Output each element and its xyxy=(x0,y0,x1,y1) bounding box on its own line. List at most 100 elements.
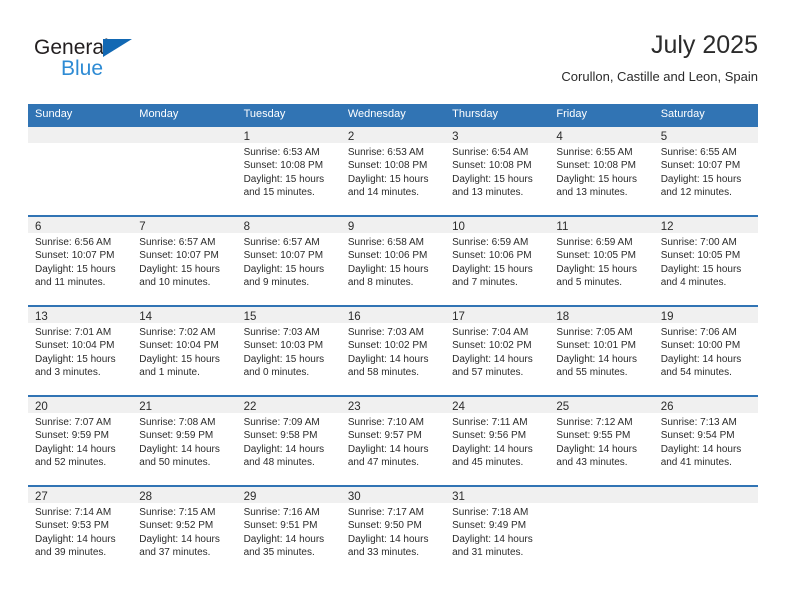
sunset-text: Sunset: 9:59 PM xyxy=(139,430,214,442)
day-number: 27 xyxy=(35,491,48,503)
calendar-day-cell[interactable]: 21 Sunrise: 7:08 AM Sunset: 9:59 PM Dayligh… xyxy=(132,397,237,485)
sunrise-text: Sunrise: 7:01 AM xyxy=(35,327,112,338)
daylight-text-line2: and 0 minutes. xyxy=(243,367,310,379)
calendar-day-cell[interactable]: 4 Sunrise: 6:55 AM Sunset: 10:08 PM Dayligh… xyxy=(549,127,654,215)
calendar-day-cell[interactable]: 15 Sunrise: 7:03 AM Sunset: 10:03 PM Daylig… xyxy=(236,307,341,395)
calendar-day-cell[interactable]: 18 Sunrise: 7:05 AM Sunset: 10:01 PM Daylig… xyxy=(549,307,654,395)
daylight-text-line2: and 52 minutes. xyxy=(35,457,107,469)
calendar-day-cell[interactable]: 17 Sunrise: 7:04 AM Sunset: 10:02 PM Daylig… xyxy=(445,307,550,395)
daylight-text-line1: Daylight: 14 hours xyxy=(347,443,429,455)
sunrise-text: Sunrise: 7:04 AM xyxy=(452,327,529,338)
sunrise-text: Sunrise: 6:58 AM xyxy=(347,237,424,248)
calendar-day-cell[interactable]: 7 Sunrise: 6:57 AM Sunset: 10:07 PM Dayligh… xyxy=(132,217,237,305)
daylight-text-line1: Daylight: 15 hours xyxy=(556,263,638,275)
daylight-text-line2: and 54 minutes. xyxy=(660,367,732,379)
sunrise-text: Sunrise: 6:55 AM xyxy=(556,147,633,158)
sunrise-text: Sunrise: 6:54 AM xyxy=(452,147,529,158)
calendar-day-cell[interactable]: 23 Sunrise: 7:10 AM Sunset: 9:57 PM Dayligh… xyxy=(340,397,446,485)
sunrise-text: Sunrise: 6:57 AM xyxy=(139,237,216,248)
daylight-text-line1: Daylight: 14 hours xyxy=(556,443,638,455)
calendar-day-cell[interactable]: 27 Sunrise: 7:14 AM Sunset: 9:53 PM Dayligh… xyxy=(28,487,133,575)
day-number: 14 xyxy=(139,311,153,323)
calendar-day-cell[interactable]: 6 Sunrise: 6:56 AM Sunset: 10:07 PM Dayligh… xyxy=(28,217,133,305)
day-number: 18 xyxy=(556,311,570,323)
calendar-day-cell-empty xyxy=(653,487,758,575)
day-number-band: 18 xyxy=(549,307,654,323)
calendar-day-cell[interactable]: 31 Sunrise: 7:18 AM Sunset: 9:49 PM Dayligh… xyxy=(445,487,550,575)
day-details: Sunrise: 6:55 AM Sunset: 10:07 PM Daylight… xyxy=(654,143,758,200)
weekday-header-thursday: Thursday xyxy=(452,108,498,120)
calendar-day-cell[interactable]: 19 Sunrise: 7:06 AM Sunset: 10:00 PM Daylig… xyxy=(653,307,758,395)
calendar-day-cell[interactable]: 24 Sunrise: 7:11 AM Sunset: 9:56 PM Dayligh… xyxy=(445,397,550,485)
calendar-day-cell[interactable]: 14 Sunrise: 7:02 AM Sunset: 10:04 PM Daylig… xyxy=(132,307,237,395)
calendar-day-cell[interactable]: 26 Sunrise: 7:13 AM Sunset: 9:54 PM Dayligh… xyxy=(653,397,758,485)
calendar-day-cell[interactable]: 1 Sunrise: 6:53 AM Sunset: 10:08 PM Dayligh… xyxy=(236,127,341,215)
calendar-day-cell[interactable]: 22 Sunrise: 7:09 AM Sunset: 9:58 PM Dayligh… xyxy=(236,397,341,485)
day-number-band: 10 xyxy=(445,217,550,233)
day-number: 15 xyxy=(243,311,257,323)
calendar-day-cell[interactable]: 12 Sunrise: 7:00 AM Sunset: 10:05 PM Daylig… xyxy=(653,217,758,305)
daylight-text-line1: Daylight: 15 hours xyxy=(243,263,325,275)
calendar-day-cell[interactable]: 20 Sunrise: 7:07 AM Sunset: 9:59 PM Dayligh… xyxy=(28,397,133,485)
calendar-day-cell[interactable]: 2 Sunrise: 6:53 AM Sunset: 10:08 PM Dayligh… xyxy=(340,127,446,215)
daylight-text-line1: Daylight: 14 hours xyxy=(139,533,220,545)
day-number: 21 xyxy=(139,401,153,413)
sunrise-text: Sunrise: 7:10 AM xyxy=(347,417,424,428)
weekday-header-row: Sunday Monday Tuesday Wednesday Thursday Frid… xyxy=(28,104,758,125)
daylight-text-line2: and 13 minutes. xyxy=(556,187,628,199)
day-number-band: 12 xyxy=(653,217,758,233)
day-number: 22 xyxy=(243,401,257,413)
daylight-text-line2: and 4 minutes. xyxy=(660,277,727,289)
sunrise-text: Sunrise: 7:00 AM xyxy=(660,237,737,248)
day-number-band: 13 xyxy=(28,307,133,323)
calendar-week-row: 1 Sunrise: 6:53 AM Sunset: 10:08 PM Dayligh… xyxy=(28,125,758,215)
daylight-text-line1: Daylight: 15 hours xyxy=(347,173,429,185)
calendar-day-cell[interactable]: 10 Sunrise: 6:59 AM Sunset: 10:06 PM Daylig… xyxy=(445,217,550,305)
day-number: 1 xyxy=(243,131,250,143)
calendar-day-cell[interactable]: 8 Sunrise: 6:57 AM Sunset: 10:07 PM Dayligh… xyxy=(236,217,341,305)
daylight-text-line2: and 47 minutes. xyxy=(347,457,420,469)
day-number-band: 28 xyxy=(132,487,237,503)
sunset-text: Sunset: 10:00 PM xyxy=(660,340,741,352)
calendar-day-cell[interactable]: 30 Sunrise: 7:17 AM Sunset: 9:50 PM Dayligh… xyxy=(340,487,446,575)
day-details: Sunrise: 7:06 AM Sunset: 10:00 PM Daylight… xyxy=(654,323,758,380)
calendar-day-cell[interactable]: 29 Sunrise: 7:16 AM Sunset: 9:51 PM Dayligh… xyxy=(236,487,341,575)
daylight-text-line2: and 57 minutes. xyxy=(452,367,524,379)
calendar-day-cell[interactable]: 16 Sunrise: 7:03 AM Sunset: 10:02 PM Daylig… xyxy=(340,307,446,395)
calendar-day-cell[interactable]: 13 Sunrise: 7:01 AM Sunset: 10:04 PM Daylig… xyxy=(28,307,133,395)
day-number: 9 xyxy=(347,221,355,233)
daylight-text-line1: Daylight: 15 hours xyxy=(139,263,220,275)
calendar-day-cell[interactable]: 11 Sunrise: 6:59 AM Sunset: 10:05 PM Daylig… xyxy=(549,217,654,305)
sunrise-text: Sunrise: 6:53 AM xyxy=(243,147,320,158)
daylight-text-line2: and 14 minutes. xyxy=(347,187,420,199)
calendar-day-cell[interactable]: 28 Sunrise: 7:15 AM Sunset: 9:52 PM Dayligh… xyxy=(132,487,237,575)
calendar-day-cell[interactable]: 5 Sunrise: 6:55 AM Sunset: 10:07 PM Dayligh… xyxy=(653,127,758,215)
weekday-header-friday: Friday xyxy=(556,108,587,120)
daylight-text-line2: and 5 minutes. xyxy=(556,277,623,289)
sunrise-text: Sunrise: 7:03 AM xyxy=(243,327,320,338)
calendar-day-cell[interactable]: 25 Sunrise: 7:12 AM Sunset: 9:55 PM Dayligh… xyxy=(549,397,654,485)
sunset-text: Sunset: 10:07 PM xyxy=(660,160,741,172)
calendar-day-cell-empty xyxy=(28,127,133,215)
daylight-text-line2: and 13 minutes. xyxy=(452,187,524,199)
sunset-text: Sunset: 10:08 PM xyxy=(556,160,636,172)
day-number-band: 30 xyxy=(340,487,446,503)
logo-text-blue: Blue xyxy=(61,57,104,80)
day-number: 30 xyxy=(347,491,361,503)
day-number-band: 25 xyxy=(549,397,654,413)
daylight-text-line1: Daylight: 14 hours xyxy=(660,353,742,365)
calendar-day-cell[interactable]: 3 Sunrise: 6:54 AM Sunset: 10:08 PM Dayligh… xyxy=(445,127,550,215)
day-number: 31 xyxy=(452,491,465,503)
daylight-text-line2: and 10 minutes. xyxy=(139,277,211,289)
daylight-text-line1: Daylight: 15 hours xyxy=(660,263,742,275)
sunset-text: Sunset: 10:03 PM xyxy=(243,340,324,352)
day-number-band: 5 xyxy=(653,127,758,143)
sunset-text: Sunset: 10:04 PM xyxy=(139,340,219,352)
sunrise-text: Sunrise: 7:14 AM xyxy=(35,507,112,518)
calendar-day-cell[interactable]: 9 Sunrise: 6:58 AM Sunset: 10:06 PM Dayligh… xyxy=(340,217,446,305)
day-number: 17 xyxy=(452,311,465,323)
daylight-text-line2: and 33 minutes. xyxy=(347,547,420,559)
day-details: Sunrise: 7:14 AM Sunset: 9:53 PM Daylight:… xyxy=(28,503,132,560)
day-details: Sunrise: 7:17 AM Sunset: 9:50 PM Daylight:… xyxy=(341,503,445,560)
day-number: 11 xyxy=(556,221,569,233)
